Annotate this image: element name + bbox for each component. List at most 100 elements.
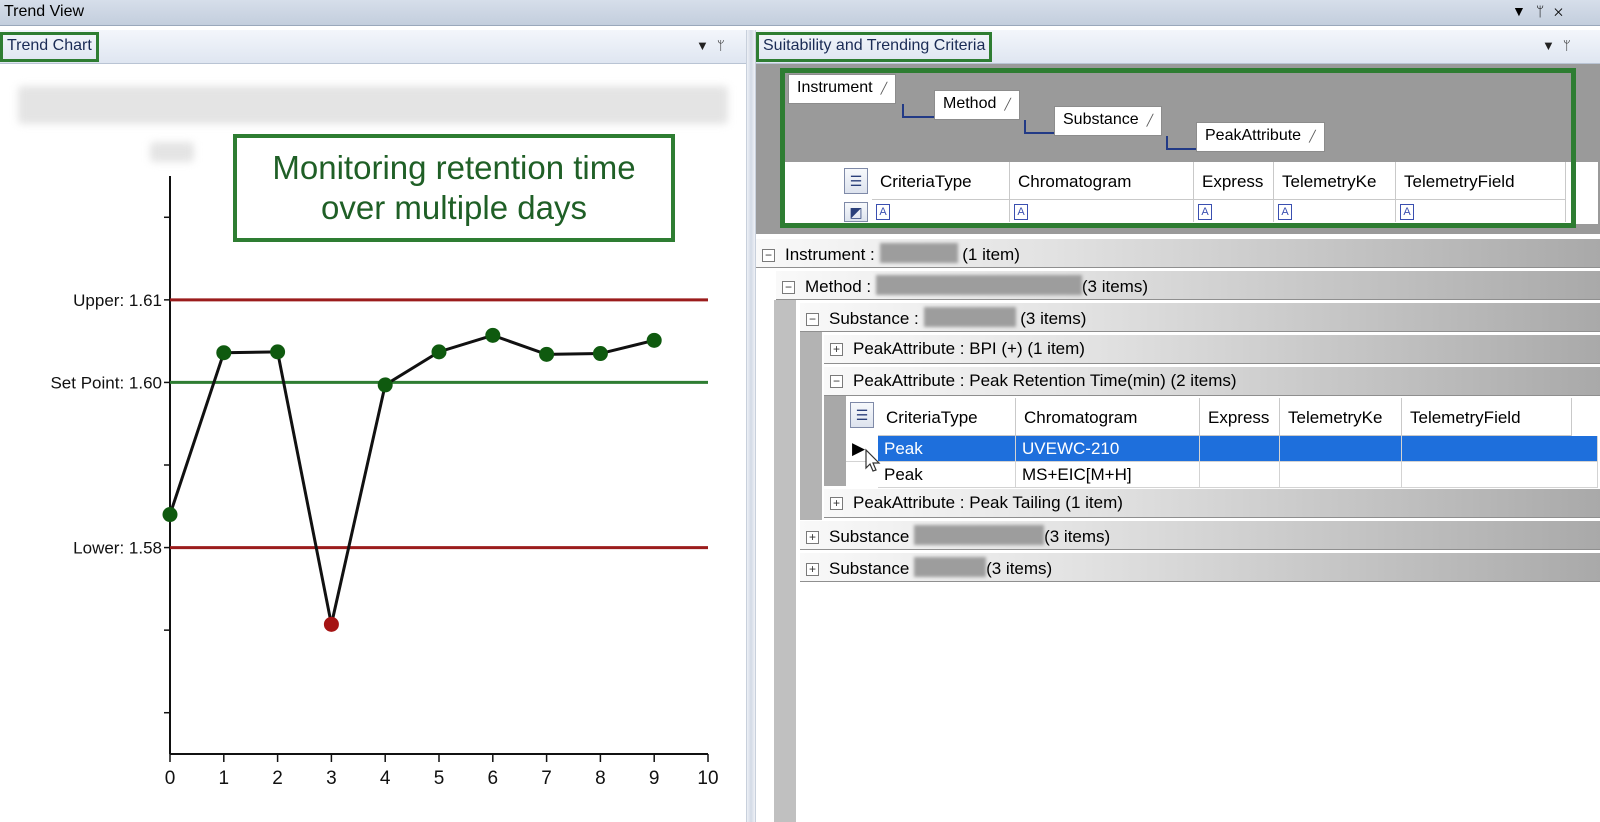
table-row[interactable]: Peak MS+EIC[M+H] xyxy=(846,462,1598,488)
sort-icon: ╱ xyxy=(1309,131,1316,143)
filter-criteriatype[interactable]: A xyxy=(872,200,1010,222)
annotation-line-1: Monitoring retention time xyxy=(272,149,636,186)
pane-splitter[interactable] xyxy=(746,30,756,822)
tab-trend-chart[interactable]: Trend Chart xyxy=(0,32,99,62)
cell-express[interactable] xyxy=(1200,436,1280,462)
x-tick-label: 8 xyxy=(595,768,606,789)
dropdown-icon[interactable]: ▼ xyxy=(696,38,717,53)
column-chooser-icon[interactable]: ☰ xyxy=(844,168,868,194)
cell-telemetryke[interactable] xyxy=(1280,462,1402,488)
collapse-icon[interactable]: − xyxy=(806,313,819,326)
cell-criteriatype[interactable]: Peak xyxy=(878,436,1016,462)
expand-icon[interactable]: + xyxy=(830,343,843,356)
collapse-icon[interactable]: − xyxy=(782,281,795,294)
group-row-peakattribute-rt[interactable]: − PeakAttribute : Peak Retention Time(min… xyxy=(824,366,1600,396)
redacted-value xyxy=(914,557,987,577)
col-chromatogram[interactable]: Chromatogram xyxy=(1010,162,1194,200)
filter-express[interactable]: A xyxy=(1194,200,1274,222)
cell-telemetryfield[interactable] xyxy=(1402,436,1598,462)
col-express[interactable]: Express xyxy=(1194,162,1274,200)
group-chip-method[interactable]: Method ╱ xyxy=(934,90,1020,120)
filter-telemetryke[interactable]: A xyxy=(1274,200,1396,222)
filter-editor-icon[interactable]: ◩ xyxy=(844,202,868,222)
data-point xyxy=(323,616,339,632)
group-row-peakattribute-bpi[interactable]: + PeakAttribute : BPI (+) (1 item) xyxy=(824,334,1600,364)
x-tick-labels: 0 1 2 3 4 5 6 7 8 9 10 xyxy=(165,768,719,789)
tab-suitability-criteria[interactable]: Suitability and Trending Criteria xyxy=(756,32,993,62)
detail-col-telemetryfield[interactable]: TelemetryField xyxy=(1402,398,1572,436)
table-row[interactable]: ▶ Peak UVEWC-210 xyxy=(846,436,1598,462)
x-tick-label: 6 xyxy=(488,768,499,789)
collapse-icon[interactable]: − xyxy=(830,375,843,388)
trend-chart-panel: Upper: 1.61 Set Point: 1.60 Lower: 1.58 0 1… xyxy=(0,64,746,822)
data-point xyxy=(485,327,501,343)
filter-a-icon: A xyxy=(876,204,890,220)
cell-telemetryfield[interactable] xyxy=(1402,462,1598,488)
x-tick-label: 2 xyxy=(272,768,283,789)
expand-icon[interactable]: + xyxy=(830,497,843,510)
group-by-area[interactable]: Instrument ╱ Method ╱ Substance ╱ PeakAttri… xyxy=(784,68,1598,162)
data-point xyxy=(216,345,232,361)
pin-icon[interactable]: ᛘ xyxy=(1536,3,1554,19)
detail-col-criteriatype[interactable]: CriteriaType xyxy=(878,398,1016,436)
expand-icon[interactable]: + xyxy=(806,563,819,576)
trend-chart-header: Trend Chart ▼ᛘ xyxy=(0,30,746,64)
mouse-cursor-icon xyxy=(865,448,881,472)
dropdown-icon[interactable]: ▼ xyxy=(1512,3,1536,19)
col-telemetryfield[interactable]: TelemetryField xyxy=(1396,162,1566,200)
reference-line-label: Lower: 1.58 xyxy=(73,539,162,558)
cell-telemetryke[interactable] xyxy=(1280,436,1402,462)
expand-icon[interactable]: + xyxy=(806,531,819,544)
detail-col-chromatogram[interactable]: Chromatogram xyxy=(1016,398,1200,436)
pin-icon[interactable]: ᛘ xyxy=(717,38,733,53)
column-chooser-icon[interactable]: ☰ xyxy=(850,402,874,428)
chart-axes xyxy=(164,176,709,762)
detail-col-express[interactable]: Express xyxy=(1200,398,1280,436)
group-chip-peakattribute[interactable]: PeakAttribute ╱ xyxy=(1196,122,1325,152)
cell-express[interactable] xyxy=(1200,462,1280,488)
cell-chromatogram[interactable]: MS+EIC[M+H] xyxy=(1016,462,1200,488)
criteria-grid-panel: Instrument ╱ Method ╱ Substance ╱ PeakAttri… xyxy=(756,64,1600,822)
redacted-value xyxy=(914,525,1045,545)
data-point xyxy=(539,346,555,362)
x-tick-label: 1 xyxy=(219,768,230,789)
detail-table: ☰ CriteriaType Chromatogram Express Tele… xyxy=(846,398,1598,488)
group-chip-instrument[interactable]: Instrument ╱ xyxy=(788,74,897,104)
titlebar-icons: ▼ᛘ✕ xyxy=(1512,3,1573,19)
window-titlebar: Trend View ▼ᛘ✕ xyxy=(0,0,1600,26)
annotation-line-2: over multiple days xyxy=(321,189,587,226)
filter-telemetryfield[interactable]: A xyxy=(1396,200,1566,222)
annotation-box: Monitoring retention time over multiple … xyxy=(233,134,675,242)
x-tick-label: 10 xyxy=(697,768,718,789)
dropdown-icon[interactable]: ▼ xyxy=(1542,38,1563,53)
reference-line-label: Upper: 1.61 xyxy=(73,291,162,310)
group-row-instrument[interactable]: − Instrument : (1 item) xyxy=(756,238,1600,268)
x-tick-label: 7 xyxy=(541,768,552,789)
col-telemetryke[interactable]: TelemetryKe xyxy=(1274,162,1396,200)
filter-a-icon: A xyxy=(1400,204,1414,220)
data-point xyxy=(646,332,662,348)
series-line xyxy=(168,333,655,625)
group-row-method[interactable]: − Method : (3 items) xyxy=(776,270,1600,300)
x-tick-label: 3 xyxy=(326,768,337,789)
group-chip-substance[interactable]: Substance ╱ xyxy=(1054,106,1163,136)
group-row-substance-3[interactable]: + Substance (3 items) xyxy=(800,552,1600,582)
group-row-substance-1[interactable]: − Substance : (3 items) xyxy=(800,302,1600,332)
data-point xyxy=(162,507,178,523)
group-row-substance-2[interactable]: + Substance (3 items) xyxy=(800,520,1600,550)
data-points xyxy=(162,327,662,632)
filter-a-icon: A xyxy=(1198,204,1212,220)
collapse-icon[interactable]: − xyxy=(762,249,775,262)
pin-icon[interactable]: ᛘ xyxy=(1563,38,1579,53)
x-tick-label: 9 xyxy=(649,768,660,789)
group-row-peakattribute-tailing[interactable]: + PeakAttribute : Peak Tailing (1 item) xyxy=(824,488,1600,518)
detail-col-telemetryke[interactable]: TelemetryKe xyxy=(1280,398,1402,436)
cell-chromatogram[interactable]: UVEWC-210 xyxy=(1016,436,1200,462)
data-point xyxy=(377,377,393,393)
col-criteriatype[interactable]: CriteriaType xyxy=(872,162,1010,200)
redacted-value xyxy=(879,243,958,263)
close-icon[interactable]: ✕ xyxy=(1554,3,1572,19)
filter-a-icon: A xyxy=(1278,204,1292,220)
filter-chromatogram[interactable]: A xyxy=(1010,200,1194,222)
cell-criteriatype[interactable]: Peak xyxy=(878,462,1016,488)
